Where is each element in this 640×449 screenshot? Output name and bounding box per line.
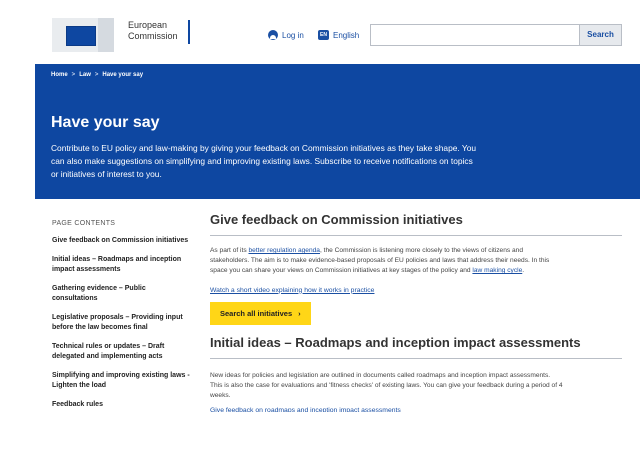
breadcrumb-separator: >: [94, 72, 99, 78]
page-contents-title: PAGE CONTENTS: [52, 220, 116, 227]
breadcrumb-home[interactable]: Home: [51, 72, 68, 78]
section-title-give-feedback: Give feedback on Commission initiatives: [210, 212, 622, 236]
video-link[interactable]: Watch a short video explaining how it wo…: [210, 287, 622, 294]
sidebar-item-give-feedback[interactable]: Give feedback on Commission initiatives: [52, 236, 192, 247]
better-regulation-link[interactable]: better regulation agenda: [248, 247, 320, 254]
sidebar-item-initial-ideas[interactable]: Initial ideas – Roadmaps and inception i…: [52, 255, 192, 276]
user-icon: [268, 30, 278, 40]
logo-divider: [188, 20, 190, 44]
chevron-right-icon: ›: [298, 308, 301, 318]
page-contents-nav: PAGE CONTENTS Give feedback on Commissio…: [52, 220, 192, 418]
language-selector[interactable]: EN English: [318, 30, 359, 40]
login-label: Log in: [282, 30, 304, 40]
text-fragment: As part of its: [210, 247, 249, 254]
sidebar-item-gathering-evidence[interactable]: Gathering evidence – Public consultation…: [52, 284, 192, 305]
breadcrumb-current: Have your say: [102, 72, 144, 78]
logo-fold: [98, 18, 114, 52]
roadmaps-feedback-link[interactable]: Give feedback on roadmaps and inception …: [210, 407, 622, 412]
european-commission-logo[interactable]: European Commission: [52, 16, 192, 52]
search-input[interactable]: [370, 24, 580, 46]
search-button[interactable]: Search: [580, 24, 622, 46]
sidebar-item-legislative-proposals[interactable]: Legislative proposals – Providing input …: [52, 313, 192, 334]
sidebar-item-technical-rules[interactable]: Technical rules or updates – Draft deleg…: [52, 342, 192, 363]
breadcrumb-separator: >: [71, 72, 76, 78]
main-content: Give feedback on Commission initiatives …: [210, 212, 622, 412]
section-title-initial-ideas: Initial ideas – Roadmaps and inception i…: [210, 335, 622, 359]
logo-line2: Commission: [128, 31, 178, 41]
breadcrumb-law[interactable]: Law: [79, 72, 91, 78]
search-all-initiatives-label: Search all initiatives: [220, 308, 293, 318]
sidebar-item-feedback-rules[interactable]: Feedback rules: [52, 400, 192, 411]
page-banner: Home > Law > Have your say Have your say…: [35, 64, 640, 199]
language-label: English: [333, 30, 360, 40]
section-text-give-feedback: As part of its better regulation agenda,…: [210, 246, 564, 277]
page-title: Have your say: [51, 114, 160, 131]
logo-text: European Commission: [128, 20, 178, 42]
eu-flag-icon: [66, 26, 96, 46]
section-text-initial-ideas: New ideas for policies and legislation a…: [210, 371, 563, 400]
text-fragment: .: [522, 267, 525, 275]
search-all-initiatives-button[interactable]: Search all initiatives ›: [210, 301, 311, 325]
law-making-cycle-link[interactable]: law making cycle: [472, 267, 522, 274]
site-header: European Commission Log in EN English Se…: [0, 0, 640, 64]
language-icon: EN: [318, 30, 329, 40]
page-intro: Contribute to EU policy and law-making b…: [51, 143, 477, 179]
breadcrumb: Home > Law > Have your say: [51, 72, 143, 78]
sidebar-item-simplifying[interactable]: Simplifying and improving existing laws …: [52, 371, 192, 392]
logo-line1: European: [128, 20, 168, 30]
login-link[interactable]: Log in: [268, 30, 304, 40]
